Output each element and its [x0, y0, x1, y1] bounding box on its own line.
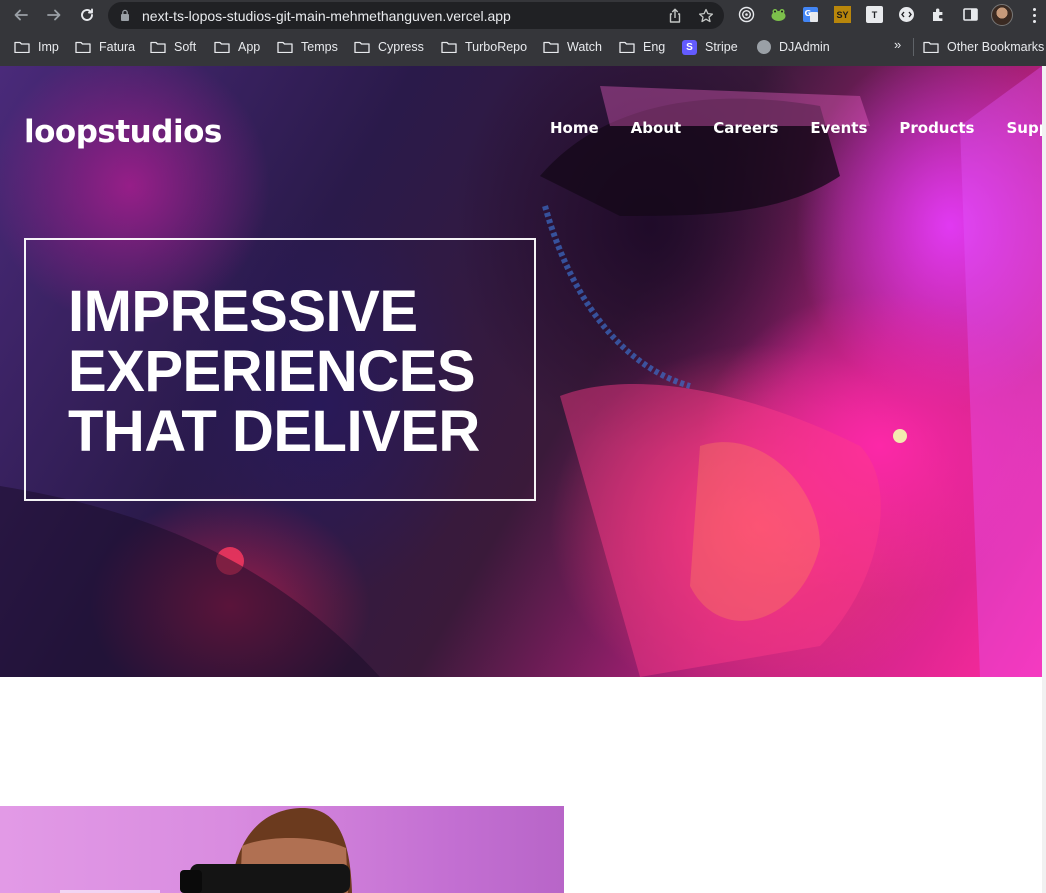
bookmark-app[interactable]: App: [214, 38, 260, 56]
target-extension-icon[interactable]: [738, 6, 755, 23]
hero-title-line: IMPRESSIVE: [68, 279, 418, 344]
address-bar[interactable]: next-ts-lopos-studios-git-main-mehmethan…: [108, 2, 724, 29]
nav-careers[interactable]: Careers: [713, 119, 778, 137]
hero-title: IMPRESSIVE EXPERIENCES THAT DELIVER: [68, 282, 508, 462]
translate-extension-icon[interactable]: G: [802, 6, 819, 23]
site-logo[interactable]: loopstudios: [24, 114, 222, 150]
share-icon[interactable]: [667, 8, 683, 24]
bookmarks-divider: [913, 38, 914, 56]
bookmarks-overflow-chevron[interactable]: »: [894, 37, 901, 52]
back-button[interactable]: [9, 4, 33, 26]
reload-button[interactable]: [75, 4, 99, 26]
url-text[interactable]: next-ts-lopos-studios-git-main-mehmethan…: [142, 8, 511, 24]
star-icon[interactable]: [698, 8, 714, 24]
vr-headset-illustration: [60, 807, 352, 893]
nav-support[interactable]: Support: [1006, 119, 1042, 137]
puzzle-icon[interactable]: [930, 6, 947, 23]
folder-icon: [543, 41, 559, 53]
folder-icon: [75, 41, 91, 53]
globe-icon: [757, 40, 771, 54]
hero-title-box: IMPRESSIVE EXPERIENCES THAT DELIVER: [24, 238, 536, 501]
stripe-icon: S: [682, 39, 697, 55]
nav-about[interactable]: About: [631, 119, 682, 137]
svg-text:G: G: [805, 9, 812, 18]
bookmark-djadmin[interactable]: DJAdmin: [757, 38, 830, 56]
bookmark-stripe[interactable]: S Stripe: [682, 38, 738, 56]
bookmark-imp[interactable]: Imp: [14, 38, 59, 56]
folder-icon: [214, 41, 230, 53]
nav-products[interactable]: Products: [899, 119, 974, 137]
bookmark-turborepo[interactable]: TurboRepo: [441, 38, 527, 56]
folder-icon: [354, 41, 370, 53]
dev-extension-icon[interactable]: [898, 6, 915, 23]
folder-icon: [441, 41, 457, 53]
bookmark-temps[interactable]: Temps: [277, 38, 338, 56]
browser-chrome: next-ts-lopos-studios-git-main-mehmethan…: [0, 0, 1046, 66]
side-panel-icon[interactable]: [962, 6, 979, 23]
forward-button[interactable]: [42, 4, 66, 26]
folder-icon: [619, 41, 635, 53]
bookmark-cypress[interactable]: Cypress: [354, 38, 424, 56]
folder-icon: [14, 41, 30, 53]
kebab-menu-icon[interactable]: [1026, 6, 1042, 24]
hero-title-line: THAT DELIVER: [68, 399, 480, 464]
main-nav: Home About Careers Events Products Suppo…: [550, 119, 1042, 137]
sy-extension-icon[interactable]: SY: [834, 6, 851, 23]
other-bookmarks[interactable]: Other Bookmarks: [923, 38, 1044, 56]
bookmark-soft[interactable]: Soft: [150, 38, 196, 56]
folder-icon: [923, 41, 939, 53]
page-viewport: loopstudios Home About Careers Events Pr…: [0, 66, 1046, 893]
bookmark-eng[interactable]: Eng: [619, 38, 665, 56]
vr-headset-image: [0, 806, 564, 893]
browser-toolbar: next-ts-lopos-studios-git-main-mehmethan…: [0, 0, 1046, 31]
nav-events[interactable]: Events: [810, 119, 867, 137]
hero-section: loopstudios Home About Careers Events Pr…: [0, 66, 1042, 677]
page-scrollbar[interactable]: [1042, 66, 1046, 893]
folder-icon: [150, 41, 166, 53]
lock-icon[interactable]: [120, 9, 130, 21]
bookmarks-bar: Imp Fatura Soft App Temps Cypress TurboR…: [0, 33, 1046, 61]
arrow-right-icon: [47, 9, 61, 21]
arrow-left-icon: [14, 9, 28, 21]
hero-title-line: EXPERIENCES: [68, 339, 476, 404]
t-extension-icon[interactable]: T: [866, 6, 883, 23]
nav-home[interactable]: Home: [550, 119, 599, 137]
bookmark-fatura[interactable]: Fatura: [75, 38, 135, 56]
bookmark-watch[interactable]: Watch: [543, 38, 602, 56]
profile-avatar[interactable]: [991, 4, 1013, 26]
reload-icon: [81, 8, 93, 21]
frog-extension-icon[interactable]: [770, 6, 787, 23]
folder-icon: [277, 41, 293, 53]
